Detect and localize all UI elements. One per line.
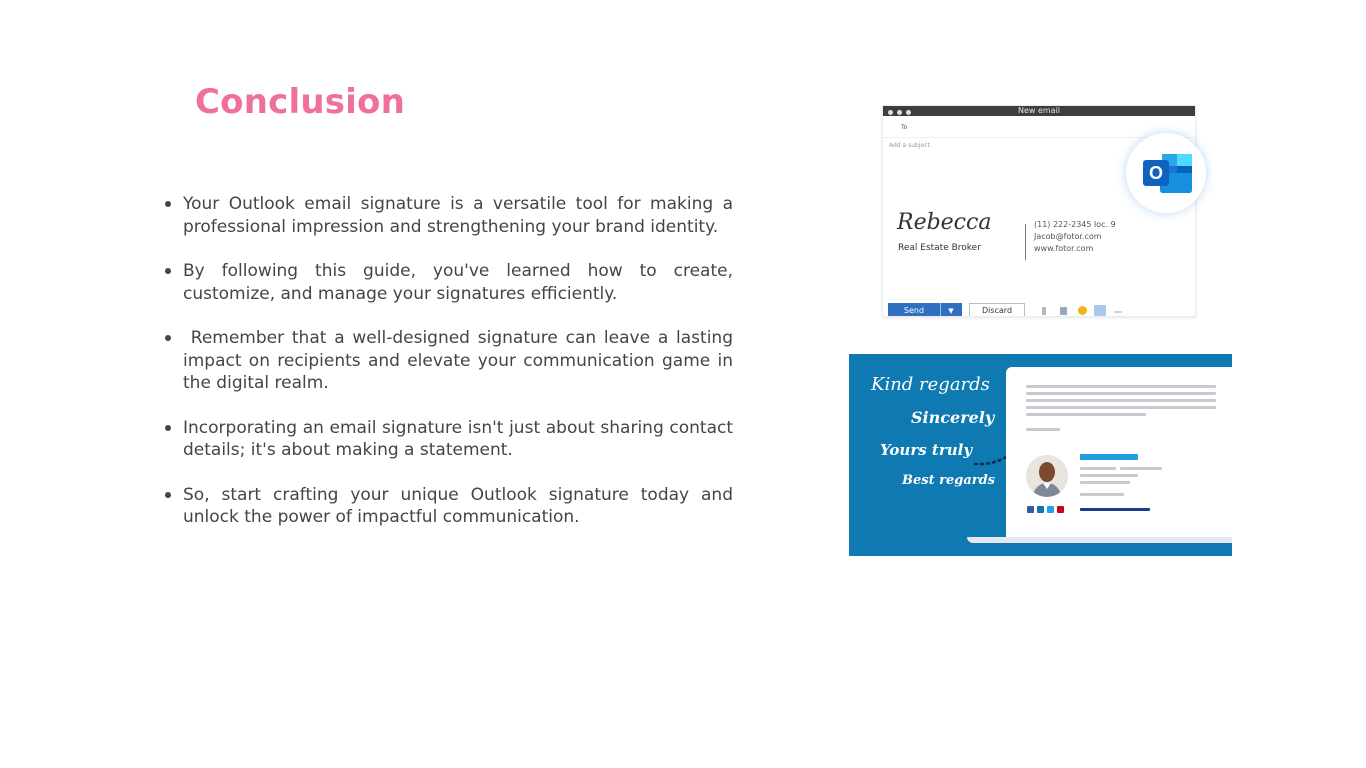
send-label: Send [903, 306, 925, 315]
signature-role: Real Estate Broker [898, 243, 981, 253]
bullet-text: Remember that a well-designed signature … [183, 328, 739, 393]
to-field: To [901, 124, 908, 131]
bullet-dot-icon [165, 491, 171, 498]
bullet-text: Your Outlook email signature is a versat… [183, 194, 733, 237]
bullet-item: By following this guide, you've learned … [165, 260, 733, 305]
bullet-item: Remember that a well-designed signature … [165, 327, 733, 395]
signature-website: www.fotor.com [1034, 244, 1094, 253]
text-line [1120, 467, 1162, 470]
signature-banner-image: Kind regards Sincerely Yours truly Best … [849, 354, 1232, 556]
sign-off-text: Kind regards [871, 374, 990, 395]
bullet-text: By following this guide, you've learned … [183, 261, 733, 304]
pinterest-icon [1057, 506, 1064, 513]
signature-phone: (11) 222-2345 loc. 9 [1034, 220, 1116, 229]
text-line [1080, 481, 1130, 484]
linkedin-icon [1037, 506, 1044, 513]
send-dropdown-icon: ▼ [940, 303, 961, 316]
emoji-icon [1078, 306, 1087, 315]
outlook-logo-icon: O [1143, 154, 1192, 193]
discard-button: Discard [969, 303, 1025, 316]
window-controls-icon [888, 108, 915, 118]
signature-icon [1094, 305, 1106, 316]
bullet-dot-icon [165, 201, 171, 207]
signature-divider [1025, 224, 1026, 260]
text-line [1080, 493, 1124, 496]
text-line [1026, 392, 1216, 395]
bullet-item: So, start crafting your unique Outlook s… [165, 484, 733, 529]
bullet-item: Your Outlook email signature is a versat… [165, 193, 733, 238]
text-line [1080, 474, 1138, 477]
outlook-logo-badge: O [1126, 133, 1206, 213]
bullet-dot-icon [165, 424, 171, 431]
text-line [1026, 399, 1216, 402]
sign-off-text: Sincerely [911, 408, 995, 427]
text-line [1026, 428, 1060, 431]
bullet-text: Incorporating an email signature isn't j… [183, 417, 733, 461]
bullet-item: Incorporating an email signature isn't j… [165, 417, 733, 462]
person-icon [1026, 455, 1068, 497]
image-icon [1060, 307, 1067, 315]
logo-letter: O [1149, 163, 1163, 183]
sign-off-text: Best regards [902, 473, 995, 488]
text-line [1026, 413, 1146, 416]
bullet-list: Your Outlook email signature is a versat… [165, 193, 733, 551]
window-titlebar: New email [883, 106, 1195, 116]
sign-off-text: Yours truly [880, 441, 973, 459]
text-line [1080, 467, 1116, 470]
signature-name: Rebecca [897, 210, 992, 235]
attach-icon [1042, 307, 1046, 315]
signature-contacts: (11) 222-2345 loc. 9 Jacob@fotor.com www… [1034, 219, 1116, 255]
text-line [1026, 406, 1216, 409]
laptop-screen [1006, 367, 1232, 539]
avatar [1026, 455, 1068, 497]
bullet-dot-icon [165, 335, 171, 341]
facebook-icon [1027, 506, 1034, 513]
slide: Conclusion Your Outlook email signature … [0, 0, 1366, 768]
laptop-base [967, 537, 1232, 543]
link-bar [1080, 508, 1150, 511]
text-line [1026, 385, 1216, 388]
send-button: Send ▼ [888, 303, 962, 316]
accent-bar [1080, 454, 1138, 460]
bullet-text: So, start crafting your unique Outlook s… [183, 484, 733, 528]
twitter-icon [1047, 506, 1054, 513]
compose-toolbar: Send ▼ Discard [888, 303, 1188, 316]
signature-email: Jacob@fotor.com [1034, 232, 1102, 241]
bullet-dot-icon [165, 268, 171, 274]
window-title: New email [1017, 106, 1061, 115]
more-icon [1114, 311, 1122, 313]
slide-title: Conclusion [195, 82, 405, 122]
outlook-compose-image: New email To Add a subject Rebecca Real … [868, 95, 1208, 317]
